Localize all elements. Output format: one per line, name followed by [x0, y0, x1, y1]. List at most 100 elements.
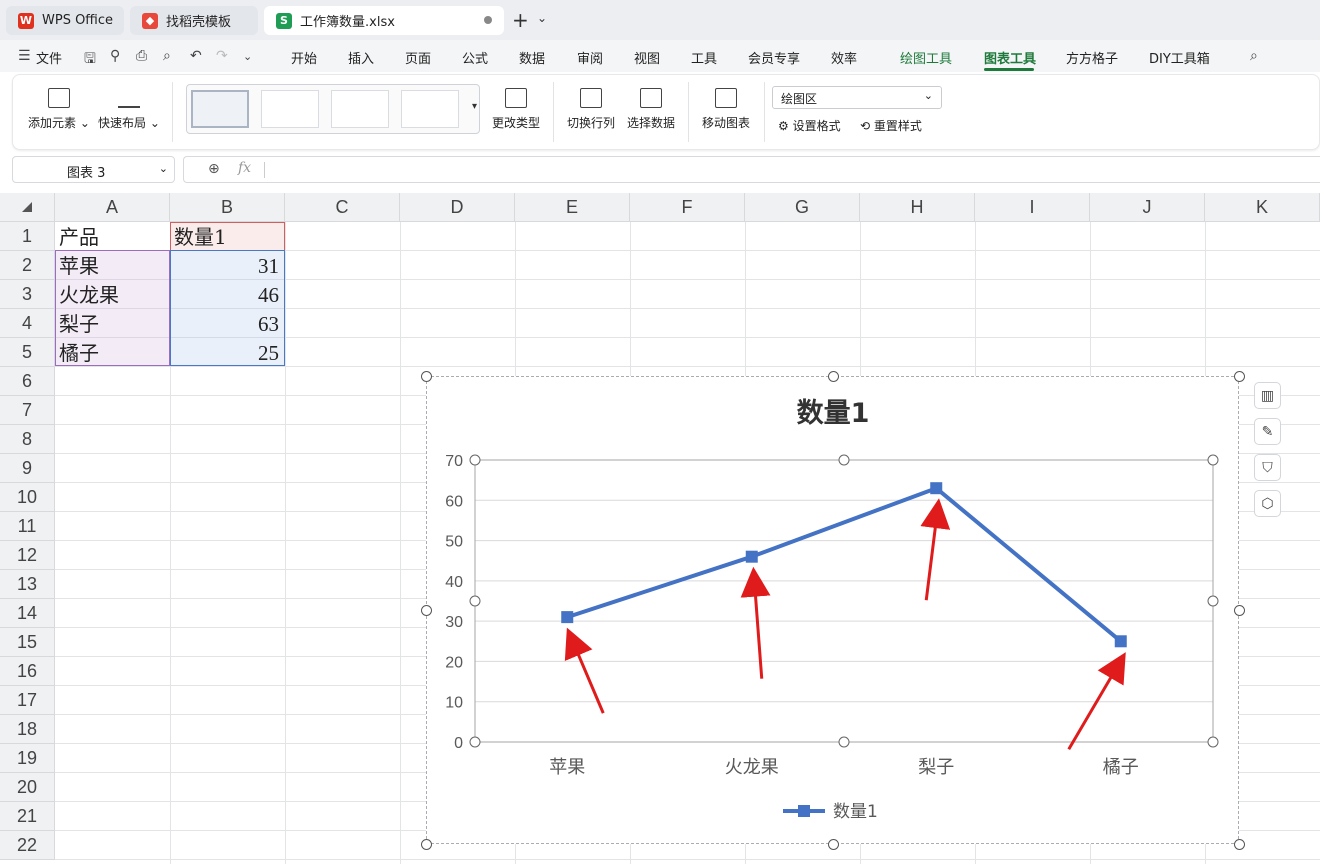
cell-a2[interactable]: 苹果 — [59, 251, 169, 280]
chart-resize-handle[interactable] — [421, 371, 432, 382]
column-header-i[interactable]: I — [975, 193, 1090, 222]
chart-filter-icon[interactable]: ⛉ — [1254, 454, 1281, 481]
row-header-22[interactable]: 22 — [0, 831, 55, 860]
select-all-corner[interactable] — [0, 193, 55, 222]
row-header-13[interactable]: 13 — [0, 570, 55, 599]
unsaved-dot-icon[interactable] — [484, 16, 492, 24]
chart-resize-handle[interactable] — [827, 839, 839, 850]
row-header-5[interactable]: 5 — [0, 338, 55, 367]
row-header-10[interactable]: 10 — [0, 483, 55, 512]
tab-daoke-templates[interactable]: ◆ 找稻壳模板 — [130, 6, 258, 35]
add-element-button[interactable]: 添加元素 ⌄ — [28, 88, 90, 131]
row-header-7[interactable]: 7 — [0, 396, 55, 425]
row-header-1[interactable]: 1 — [0, 222, 55, 251]
reset-style-button[interactable]: ⟲ 重置样式 — [860, 117, 932, 134]
row-header-8[interactable]: 8 — [0, 425, 55, 454]
tab-workbook[interactable]: S 工作簿数量.xlsx — [264, 6, 504, 35]
column-header-g[interactable]: G — [745, 193, 860, 222]
chart-elements-icon[interactable]: ▥ — [1254, 382, 1281, 409]
row-header-14[interactable]: 14 — [0, 599, 55, 628]
column-header-d[interactable]: D — [400, 193, 515, 222]
column-header-k[interactable]: K — [1205, 193, 1320, 222]
print-preview-icon[interactable]: ⌕ — [163, 48, 171, 64]
chart-style-2[interactable] — [261, 90, 319, 128]
chart-resize-handle[interactable] — [1234, 371, 1245, 382]
menu-tools[interactable]: 工具 — [691, 48, 717, 67]
row-header-21[interactable]: 21 — [0, 802, 55, 831]
row-header-20[interactable]: 20 — [0, 773, 55, 802]
redo-icon[interactable]: ↷ — [216, 48, 228, 64]
menu-home[interactable]: 开始 — [291, 48, 317, 67]
move-chart-button[interactable]: 移动图表 — [698, 88, 754, 131]
menu-view[interactable]: 视图 — [634, 48, 660, 67]
switch-row-col-button[interactable]: 切换行列 — [564, 88, 618, 131]
menu-drawing-tools[interactable]: 绘图工具 — [900, 48, 952, 67]
row-header-11[interactable]: 11 — [0, 512, 55, 541]
chart-settings-icon[interactable]: ⬡ — [1254, 490, 1281, 517]
row-header-12[interactable]: 12 — [0, 541, 55, 570]
fx-icon[interactable]: fx — [238, 160, 251, 176]
cell-a1[interactable]: 产品 — [59, 222, 169, 251]
cell-b2[interactable]: 31 — [170, 251, 285, 280]
chart-resize-handle[interactable] — [827, 371, 839, 382]
cell-a3[interactable]: 火龙果 — [59, 280, 169, 309]
name-box[interactable]: 图表 3 ⌄ — [12, 156, 175, 183]
tab-wps-office[interactable]: W WPS Office — [6, 6, 124, 35]
column-header-h[interactable]: H — [860, 193, 975, 222]
column-header-e[interactable]: E — [515, 193, 630, 222]
gallery-more-icon[interactable]: ▾ — [472, 101, 477, 112]
chevron-down-icon[interactable]: ⌄ — [537, 11, 547, 25]
quick-layout-button[interactable]: 快速布局 ⌄ — [98, 88, 160, 131]
row-header-6[interactable]: 6 — [0, 367, 55, 396]
chart-element-select[interactable]: 绘图区 ⌄ — [772, 86, 942, 109]
zoom-icon[interactable]: ⊕ — [208, 161, 220, 177]
column-header-a[interactable]: A — [55, 193, 170, 222]
cell-b5[interactable]: 25 — [170, 338, 285, 367]
column-header-b[interactable]: B — [170, 193, 285, 222]
change-type-button[interactable]: 更改类型 — [488, 88, 544, 131]
chart-style-3[interactable] — [331, 90, 389, 128]
chart-style-1[interactable] — [191, 90, 249, 128]
chart-resize-handle[interactable] — [1234, 605, 1245, 616]
hamburger-icon[interactable]: ☰ — [18, 48, 31, 64]
menu-chart-tools[interactable]: 图表工具 — [984, 48, 1036, 67]
row-header-9[interactable]: 9 — [0, 454, 55, 483]
chart-resize-handle[interactable] — [1234, 839, 1245, 850]
menu-formula[interactable]: 公式 — [462, 48, 488, 67]
select-data-button[interactable]: 选择数据 — [624, 88, 678, 131]
chart-style-4[interactable] — [401, 90, 459, 128]
chart-style-brush-icon[interactable]: ✎ — [1254, 418, 1281, 445]
menu-review[interactable]: 审阅 — [577, 48, 603, 67]
row-header-18[interactable]: 18 — [0, 715, 55, 744]
search-icon[interactable]: ⌕ — [1250, 48, 1258, 64]
line-chart[interactable]: 数量1 0 10 20 30 40 50 60 70 苹果 火龙果 梨子 橘子 数量1 — [426, 376, 1239, 844]
menu-file[interactable]: 文件 — [36, 48, 62, 67]
formula-bar[interactable]: ⊕ fx — [183, 156, 1320, 183]
row-header-15[interactable]: 15 — [0, 628, 55, 657]
cell-b1[interactable]: 数量1 — [174, 222, 284, 251]
column-header-j[interactable]: J — [1090, 193, 1205, 222]
undo-icon[interactable]: ↶ — [190, 48, 202, 64]
row-header-17[interactable]: 17 — [0, 686, 55, 715]
row-header-3[interactable]: 3 — [0, 280, 55, 309]
chart-resize-handle[interactable] — [421, 839, 432, 850]
menu-member[interactable]: 会员专享 — [748, 48, 800, 67]
cell-a4[interactable]: 梨子 — [59, 309, 169, 338]
share-icon[interactable]: ⚲ — [110, 48, 120, 64]
menu-fangfang[interactable]: 方方格子 — [1066, 48, 1118, 67]
row-header-4[interactable]: 4 — [0, 309, 55, 338]
save-icon[interactable]: 🖫 — [84, 48, 96, 72]
column-header-c[interactable]: C — [285, 193, 400, 222]
menu-insert[interactable]: 插入 — [348, 48, 374, 67]
set-format-button[interactable]: ⚙ 设置格式 — [778, 117, 848, 134]
menu-efficiency[interactable]: 效率 — [831, 48, 857, 67]
new-tab-plus-icon[interactable]: + — [512, 8, 529, 32]
row-header-2[interactable]: 2 — [0, 251, 55, 280]
row-header-16[interactable]: 16 — [0, 657, 55, 686]
print-icon[interactable]: ⎙ — [136, 48, 147, 64]
chevron-down-icon[interactable]: ⌄ — [243, 50, 252, 63]
row-header-19[interactable]: 19 — [0, 744, 55, 773]
cell-b3[interactable]: 46 — [170, 280, 285, 309]
column-header-f[interactable]: F — [630, 193, 745, 222]
menu-diy-toolbox[interactable]: DIY工具箱 — [1149, 48, 1210, 67]
